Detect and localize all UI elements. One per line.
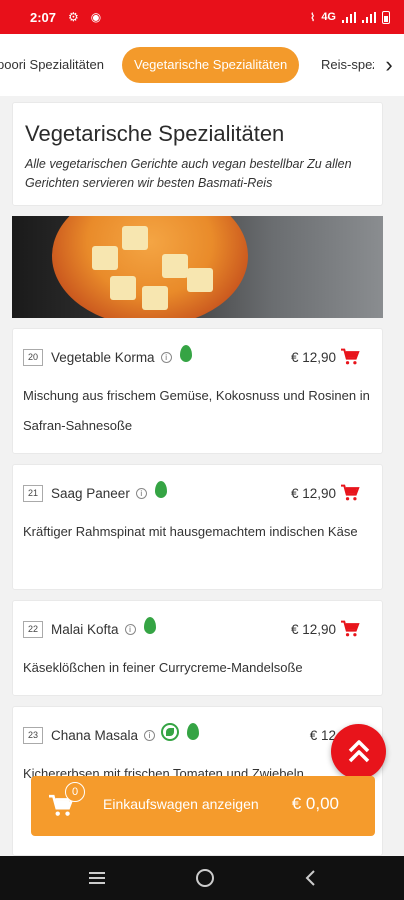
category-tabs: poori Spezialitäten Vegetarische Spezial… <box>0 34 404 96</box>
item-name[interactable]: Malai Kofta <box>51 622 119 637</box>
status-icons: ⌇ 4G <box>309 10 390 24</box>
menu-item[interactable]: 20 Vegetable Korma i € 12,90 Mischung au… <box>12 328 383 454</box>
add-to-cart-icon[interactable] <box>340 620 360 638</box>
home-icon[interactable] <box>195 868 215 888</box>
status-time: 2:07 <box>30 9 57 25</box>
chevron-right-icon[interactable]: › <box>374 47 404 83</box>
recent-apps-icon[interactable] <box>87 870 107 886</box>
tab-tandoori[interactable]: poori Spezialitäten <box>0 47 104 83</box>
wifi-calling-icon: ⌇ <box>309 11 316 24</box>
scroll-to-top-button[interactable] <box>331 724 386 779</box>
item-price: € 12,90 <box>290 621 336 637</box>
back-icon[interactable] <box>303 869 317 887</box>
info-icon[interactable]: i <box>144 729 156 741</box>
cart-total: € 0,00 <box>291 794 339 813</box>
view-cart-button[interactable]: 0 Einkaufswagen anzeigen € 0,00 <box>31 776 375 836</box>
signal-icon <box>342 11 356 23</box>
tab-reis[interactable]: Reis-spezi <box>321 47 382 83</box>
tab-vegetarische[interactable]: Vegetarische Spezialitäten <box>122 47 300 83</box>
item-price: € 12,90 <box>290 349 336 365</box>
vegetarian-leaf-icon <box>154 480 167 498</box>
vegetarian-leaf-icon <box>179 344 192 362</box>
battery-icon <box>382 10 390 24</box>
vegan-icon <box>161 723 180 741</box>
status-bar: 2:07 ⚙ ◉ ⌇ 4G <box>0 0 404 34</box>
vegetarian-leaf-icon <box>143 616 156 634</box>
add-to-cart-icon[interactable] <box>340 484 360 502</box>
system-nav-bar <box>0 856 404 900</box>
app-notification-icon: ◉ <box>90 10 102 24</box>
item-name[interactable]: Saag Paneer <box>51 486 130 501</box>
item-price: € 12,90 <box>290 485 336 501</box>
item-description: Kräftiger Rahmspinat mit hausgemachtem i… <box>23 524 358 539</box>
settings-icon: ⚙ <box>68 10 79 24</box>
add-to-cart-icon[interactable] <box>340 348 360 366</box>
item-number: 22 <box>23 620 43 638</box>
item-number: 23 <box>23 726 43 744</box>
item-number: 21 <box>23 484 43 502</box>
section-title: Vegetarische Spezialitäten <box>25 121 285 146</box>
cart-label: Einkaufswagen anzeigen <box>103 796 259 812</box>
double-chevron-up-icon <box>348 740 369 763</box>
menu-item[interactable]: 22 Malai Kofta i € 12,90 Käseklößchen in… <box>12 600 383 696</box>
info-icon[interactable]: i <box>124 623 136 635</box>
vegetarian-leaf-icon <box>187 722 200 740</box>
info-icon[interactable]: i <box>160 351 172 363</box>
signal-icon-2 <box>362 11 376 23</box>
item-name[interactable]: Vegetable Korma <box>51 350 155 365</box>
item-number: 20 <box>23 348 43 366</box>
item-description: Mischung aus frischem Gemüse, Kokosnuss … <box>23 388 370 433</box>
section-subtitle: Alle vegetarischen Gerichte auch vegan b… <box>25 157 352 190</box>
cart-count-badge: 0 <box>65 782 85 802</box>
network-type: 4G <box>321 11 336 23</box>
item-description: Käseklößchen in feiner Currycreme-Mandel… <box>23 660 303 675</box>
info-icon[interactable]: i <box>135 487 147 499</box>
item-name[interactable]: Chana Masala <box>51 728 138 743</box>
menu-item[interactable]: 21 Saag Paneer i € 12,90 Kräftiger Rahms… <box>12 464 383 590</box>
section-header: Vegetarische Spezialitäten Alle vegetari… <box>12 102 383 206</box>
section-image <box>12 216 383 318</box>
